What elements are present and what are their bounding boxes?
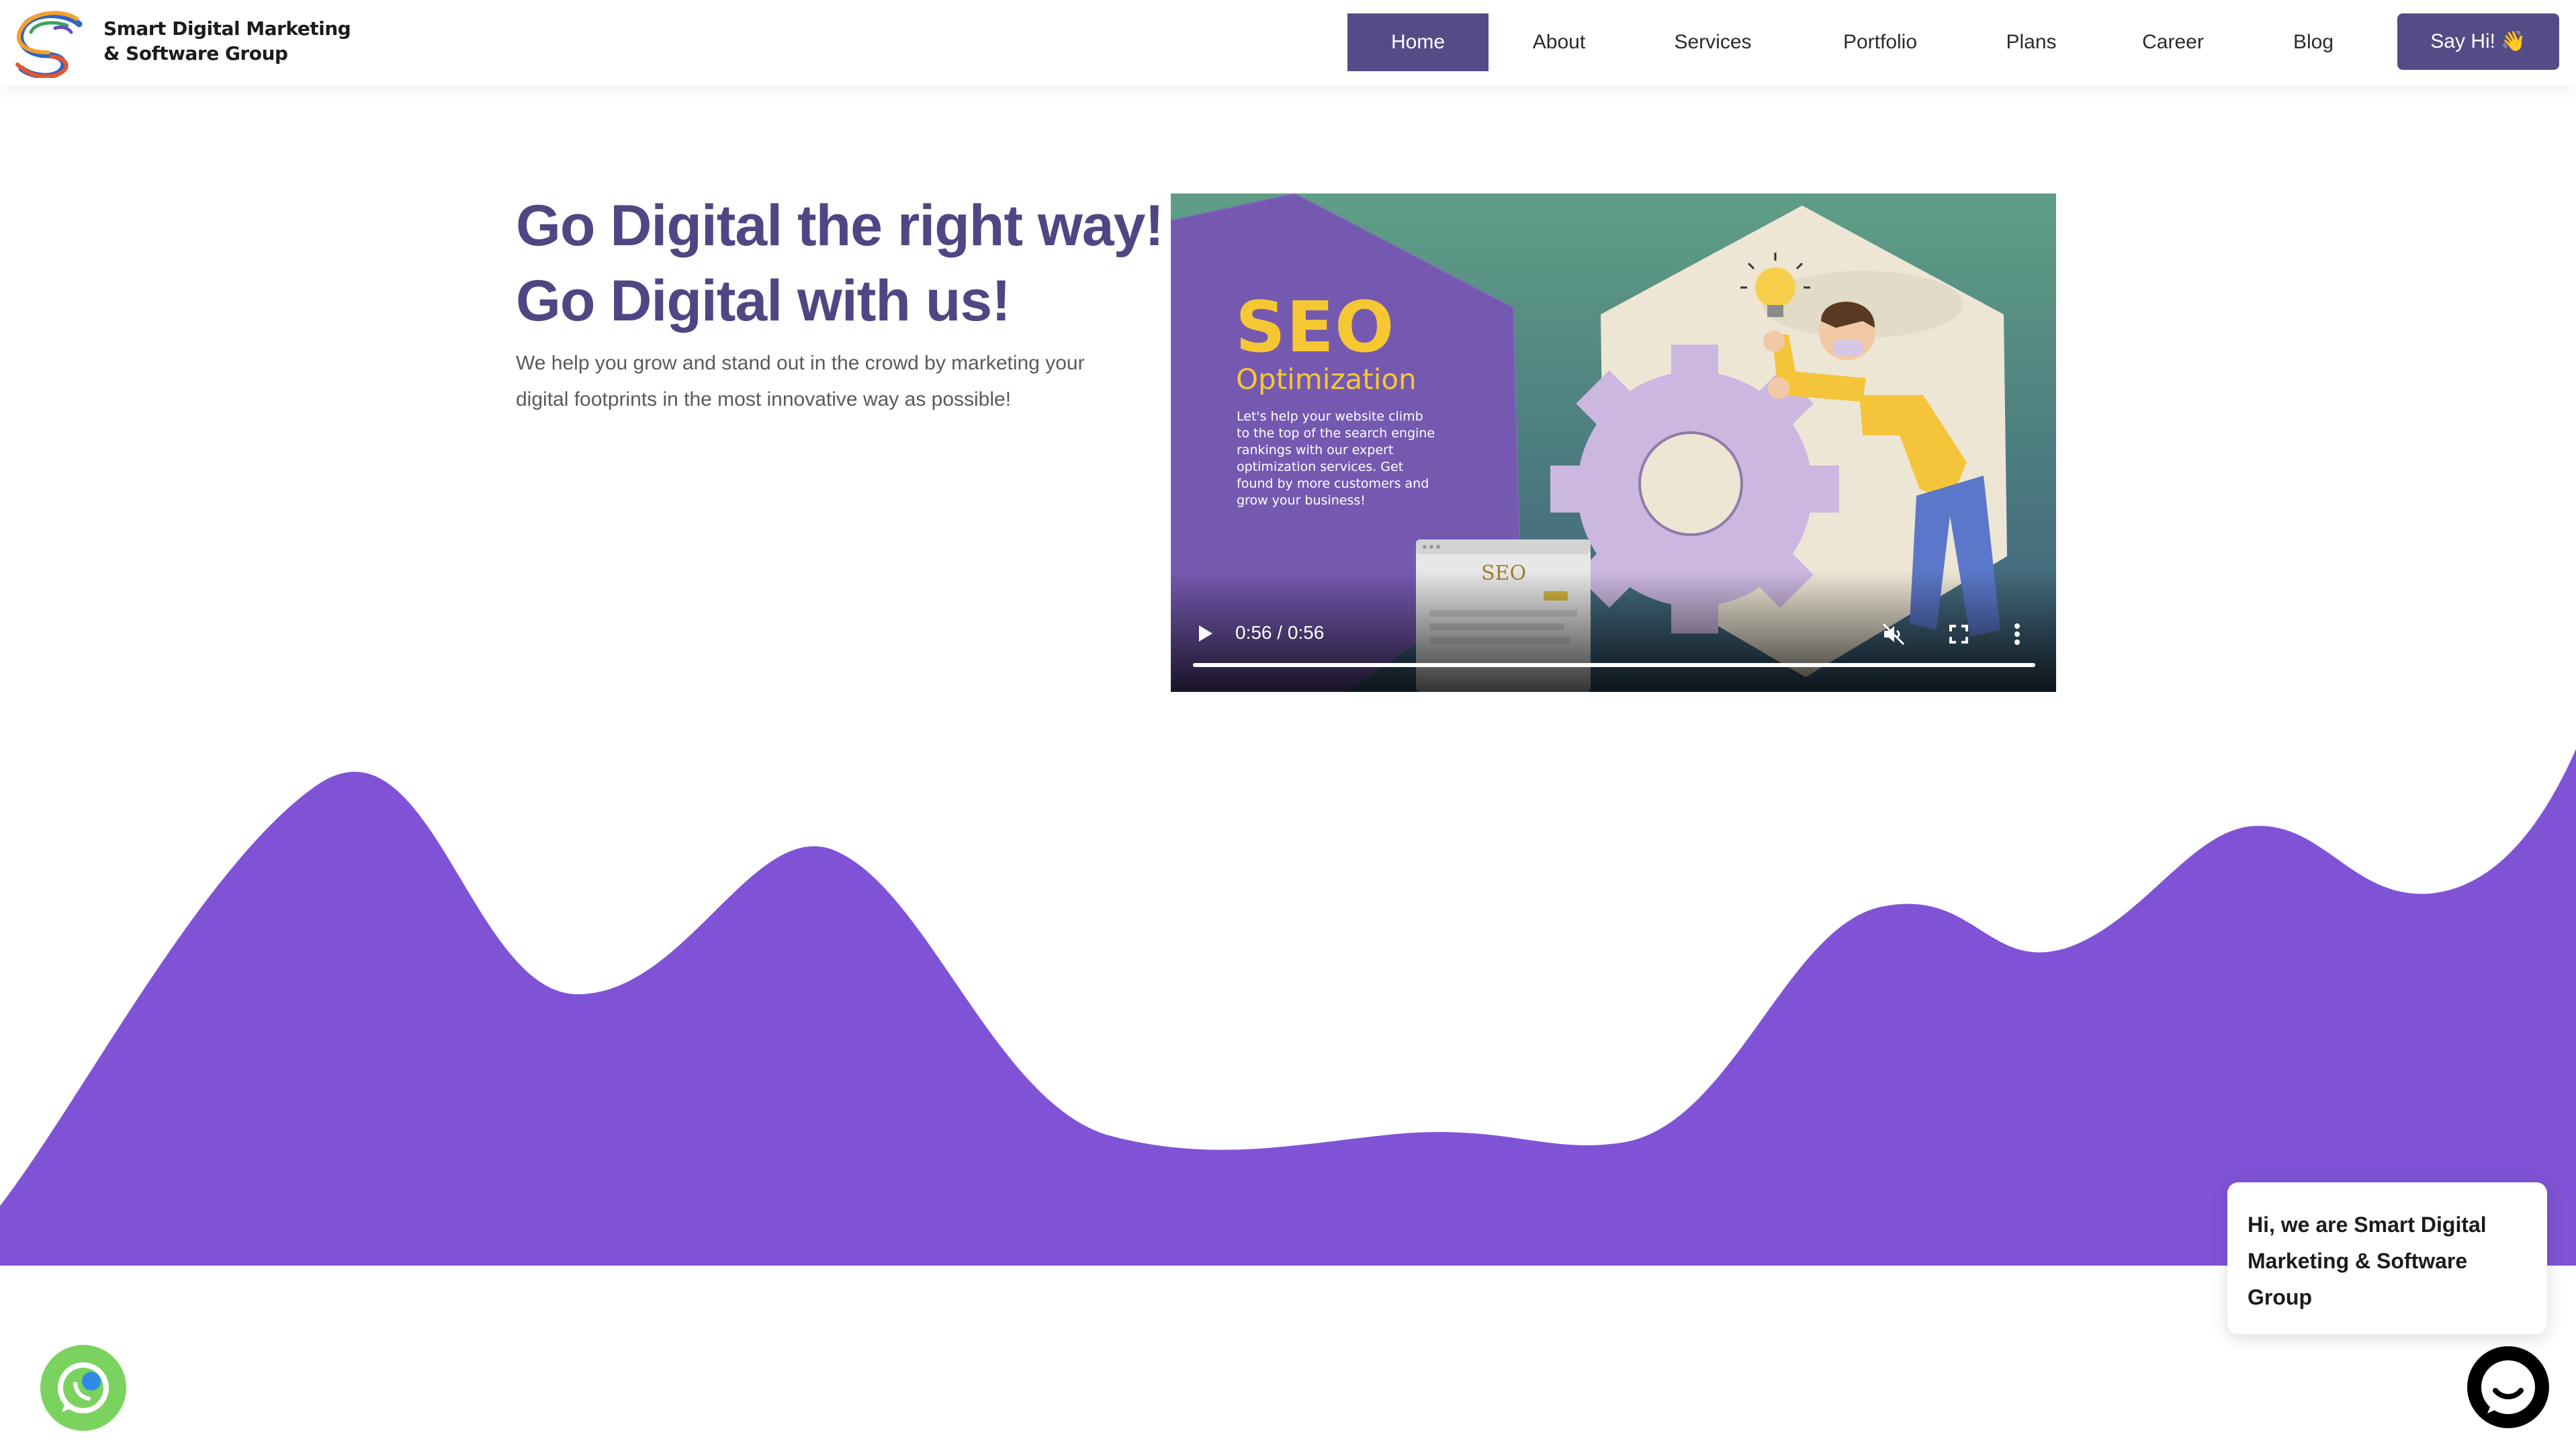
- video-poster-subtitle: Optimization: [1236, 363, 1417, 396]
- hero-description: We help you grow and stand out in the cr…: [516, 352, 1085, 410]
- nav-home[interactable]: Home: [1347, 13, 1489, 71]
- hero-title: Go Digital the right way! Go Digital wit…: [516, 188, 1164, 339]
- video-controls: 0:56 / 0:56: [1171, 571, 2056, 692]
- hero-title-line-1: Go Digital the right way!: [516, 193, 1164, 258]
- brand-line-2: & Software Group: [103, 42, 288, 64]
- chat-greeting-text: Hi, we are Smart Digital Marketing & Sof…: [2248, 1213, 2487, 1309]
- volume-muted-icon[interactable]: [1881, 622, 1906, 646]
- hero-title-line-2: Go Digital with us!: [516, 269, 1011, 333]
- video-poster-title: SEO: [1235, 286, 1395, 368]
- say-hi-button[interactable]: Say Hi! 👋: [2397, 13, 2559, 70]
- nav-services[interactable]: Services: [1639, 13, 1787, 71]
- video-poster-copy: Let's help your website climb to the top…: [1237, 409, 1435, 508]
- video-time: 0:56 / 0:56: [1235, 622, 1325, 643]
- brand-line-1: Smart Digital Marketing: [103, 17, 351, 40]
- video-progress-fill: [1193, 663, 2035, 667]
- chat-icon: [2481, 1360, 2535, 1414]
- brand-name[interactable]: Smart Digital Marketing & Software Group: [103, 16, 351, 66]
- whatsapp-button[interactable]: [40, 1345, 126, 1431]
- nav-blog[interactable]: Blog: [2260, 13, 2367, 71]
- nav-career[interactable]: Career: [2116, 13, 2230, 71]
- logo-icon[interactable]: [12, 8, 90, 79]
- play-icon[interactable]: [1195, 623, 1215, 644]
- chat-launcher-button[interactable]: [2467, 1346, 2549, 1428]
- whatsapp-icon: [46, 1350, 121, 1425]
- fullscreen-icon[interactable]: [1948, 623, 1969, 645]
- site-header: Smart Digital Marketing & Software Group…: [0, 0, 2576, 85]
- nav-about[interactable]: About: [1502, 13, 1616, 71]
- nav-portfolio[interactable]: Portfolio: [1804, 13, 1956, 71]
- video-progress-bar[interactable]: [1193, 663, 2035, 667]
- chat-greeting-bubble[interactable]: Hi, we are Smart Digital Marketing & Sof…: [2227, 1182, 2547, 1334]
- wave-decoration: [0, 749, 2576, 1266]
- video-player[interactable]: SEO Optimization Let's help your website…: [1171, 193, 2056, 692]
- more-vertical-icon[interactable]: [2012, 622, 2023, 646]
- nav-plans[interactable]: Plans: [1978, 13, 2085, 71]
